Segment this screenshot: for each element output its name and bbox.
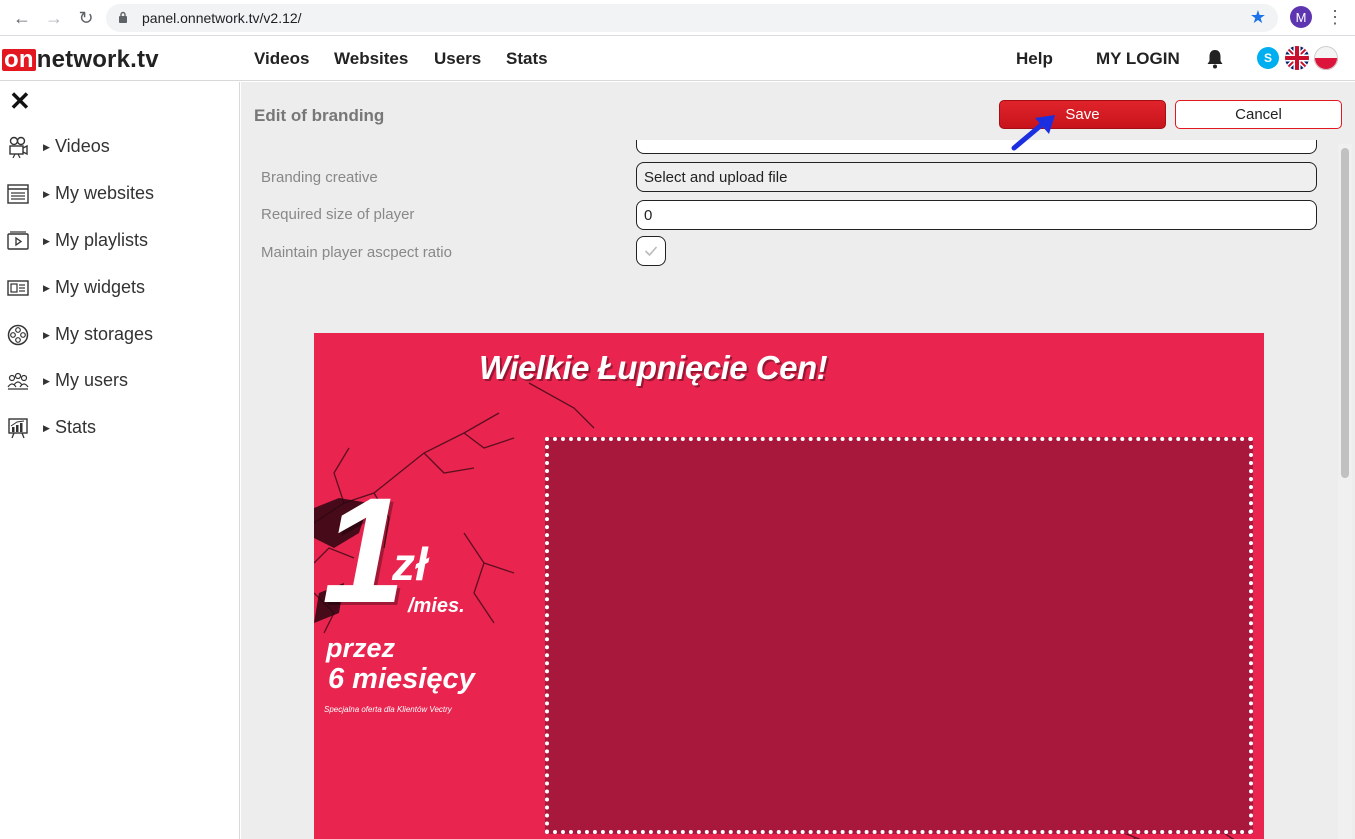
forward-arrow-icon[interactable]: → xyxy=(42,6,66,30)
sidebar-item-label: My widgets xyxy=(55,277,146,297)
bell-icon[interactable] xyxy=(1206,49,1224,69)
scrollbar[interactable] xyxy=(1338,144,1352,839)
address-bar[interactable]: panel.onnetwork.tv/v2.12/ ★ xyxy=(106,4,1278,32)
promo-line-1: przez xyxy=(326,633,396,663)
previous-field[interactable] xyxy=(636,140,1317,154)
lock-icon xyxy=(119,11,127,23)
stats-icon xyxy=(8,418,28,439)
playlist-icon xyxy=(7,231,29,250)
sidebar-item-videos[interactable]: ▶ Videos xyxy=(0,132,240,162)
price-currency: zł xyxy=(392,538,428,590)
nav-websites[interactable]: Websites xyxy=(334,49,408,69)
sidebar-item-my-websites[interactable]: ▶ My websites xyxy=(0,179,240,209)
sidebar-item-label: Videos xyxy=(55,136,110,156)
expand-triangle-icon: ▶ xyxy=(43,189,50,199)
skype-icon[interactable]: S xyxy=(1257,47,1279,69)
branding-creative-label: Branding creative xyxy=(261,169,378,186)
browser-menu-icon[interactable]: ⋮ xyxy=(1326,6,1344,28)
aspect-ratio-checkbox[interactable] xyxy=(636,236,666,266)
storage-icon xyxy=(7,324,29,346)
main-panel: Edit of branding Save Cancel Branding cr… xyxy=(241,82,1355,839)
sidebar-item-label: My users xyxy=(55,370,129,390)
sidebar-item-label: Stats xyxy=(55,417,97,437)
profile-avatar[interactable]: M xyxy=(1290,6,1312,28)
poland-flag-icon[interactable] xyxy=(1314,46,1338,70)
expand-triangle-icon: ▶ xyxy=(43,283,50,293)
sidebar-item-my-playlists[interactable]: ▶ My playlists xyxy=(0,226,240,256)
nav-stats[interactable]: Stats xyxy=(506,49,548,69)
logo-on-part: on xyxy=(2,46,36,73)
sidebar-item-my-widgets[interactable]: ▶ My widgets xyxy=(0,273,240,303)
nav-users[interactable]: Users xyxy=(434,49,481,69)
onnetwork-logo[interactable]: on network.tv xyxy=(2,46,159,74)
aspect-ratio-label: Maintain player ascpect ratio xyxy=(261,244,452,261)
help-link[interactable]: Help xyxy=(1016,49,1053,69)
users-icon xyxy=(7,372,29,390)
price-period: /mies. xyxy=(408,595,465,617)
websites-icon xyxy=(7,184,29,204)
bookmark-star-icon[interactable]: ★ xyxy=(1250,7,1266,28)
expand-triangle-icon: ▶ xyxy=(43,376,50,386)
sidebar: ✕ ▶ Videos ▶ My websites ▶ My playlists … xyxy=(0,82,240,839)
close-sidebar-icon[interactable]: ✕ xyxy=(9,88,31,114)
page-title: Edit of branding xyxy=(254,106,385,125)
creative-headline: Wielkie Łupnięcie Cen! xyxy=(479,349,828,386)
logo-text: network.tv xyxy=(36,46,159,73)
sidebar-item-stats[interactable]: ▶ Stats xyxy=(0,413,240,443)
url-text: panel.onnetwork.tv/v2.12/ xyxy=(142,10,302,26)
reload-icon[interactable]: ↻ xyxy=(74,6,98,30)
app-header: on network.tv Videos Websites Users Stats… xyxy=(0,37,1355,81)
branding-creative-upload[interactable]: Select and upload file xyxy=(636,162,1317,192)
player-placeholder-area xyxy=(545,437,1253,834)
promo-footnote: Specjalna oferta dla Klientów Vectry xyxy=(324,705,452,714)
pointer-arrow-icon xyxy=(1011,115,1055,151)
sidebar-item-label: My storages xyxy=(55,324,154,344)
cancel-button[interactable]: Cancel xyxy=(1175,100,1342,129)
expand-triangle-icon: ▶ xyxy=(43,236,50,246)
sidebar-item-my-users[interactable]: ▶ My users xyxy=(0,366,240,396)
promo-line-2: 6 miesięcy xyxy=(328,663,475,695)
expand-triangle-icon: ▶ xyxy=(43,142,50,152)
widget-icon xyxy=(7,280,29,296)
checkmark-icon xyxy=(644,246,658,257)
sidebar-item-label: My playlists xyxy=(55,230,149,250)
required-size-label: Required size of player xyxy=(261,206,415,223)
branding-creative-preview: Wielkie Łupnięcie Cen! 1 zł /mies. przez… xyxy=(314,333,1264,839)
browser-toolbar: ← → ↻ panel.onnetwork.tv/v2.12/ ★ M ⋮ xyxy=(0,0,1355,36)
back-arrow-icon[interactable]: ← xyxy=(10,6,34,30)
camera-icon xyxy=(9,136,28,158)
expand-triangle-icon: ▶ xyxy=(43,423,50,433)
expand-triangle-icon: ▶ xyxy=(43,330,50,340)
sidebar-item-my-storages[interactable]: ▶ My storages xyxy=(0,320,240,350)
branding-form: Branding creative Select and upload file… xyxy=(241,140,1336,839)
uk-flag-icon[interactable] xyxy=(1285,46,1309,70)
scrollbar-thumb[interactable] xyxy=(1341,148,1349,478)
my-login-link[interactable]: MY LOGIN xyxy=(1096,49,1180,69)
required-size-input[interactable]: 0 xyxy=(636,200,1317,230)
nav-videos[interactable]: Videos xyxy=(254,49,309,69)
sidebar-item-label: My websites xyxy=(55,183,155,203)
